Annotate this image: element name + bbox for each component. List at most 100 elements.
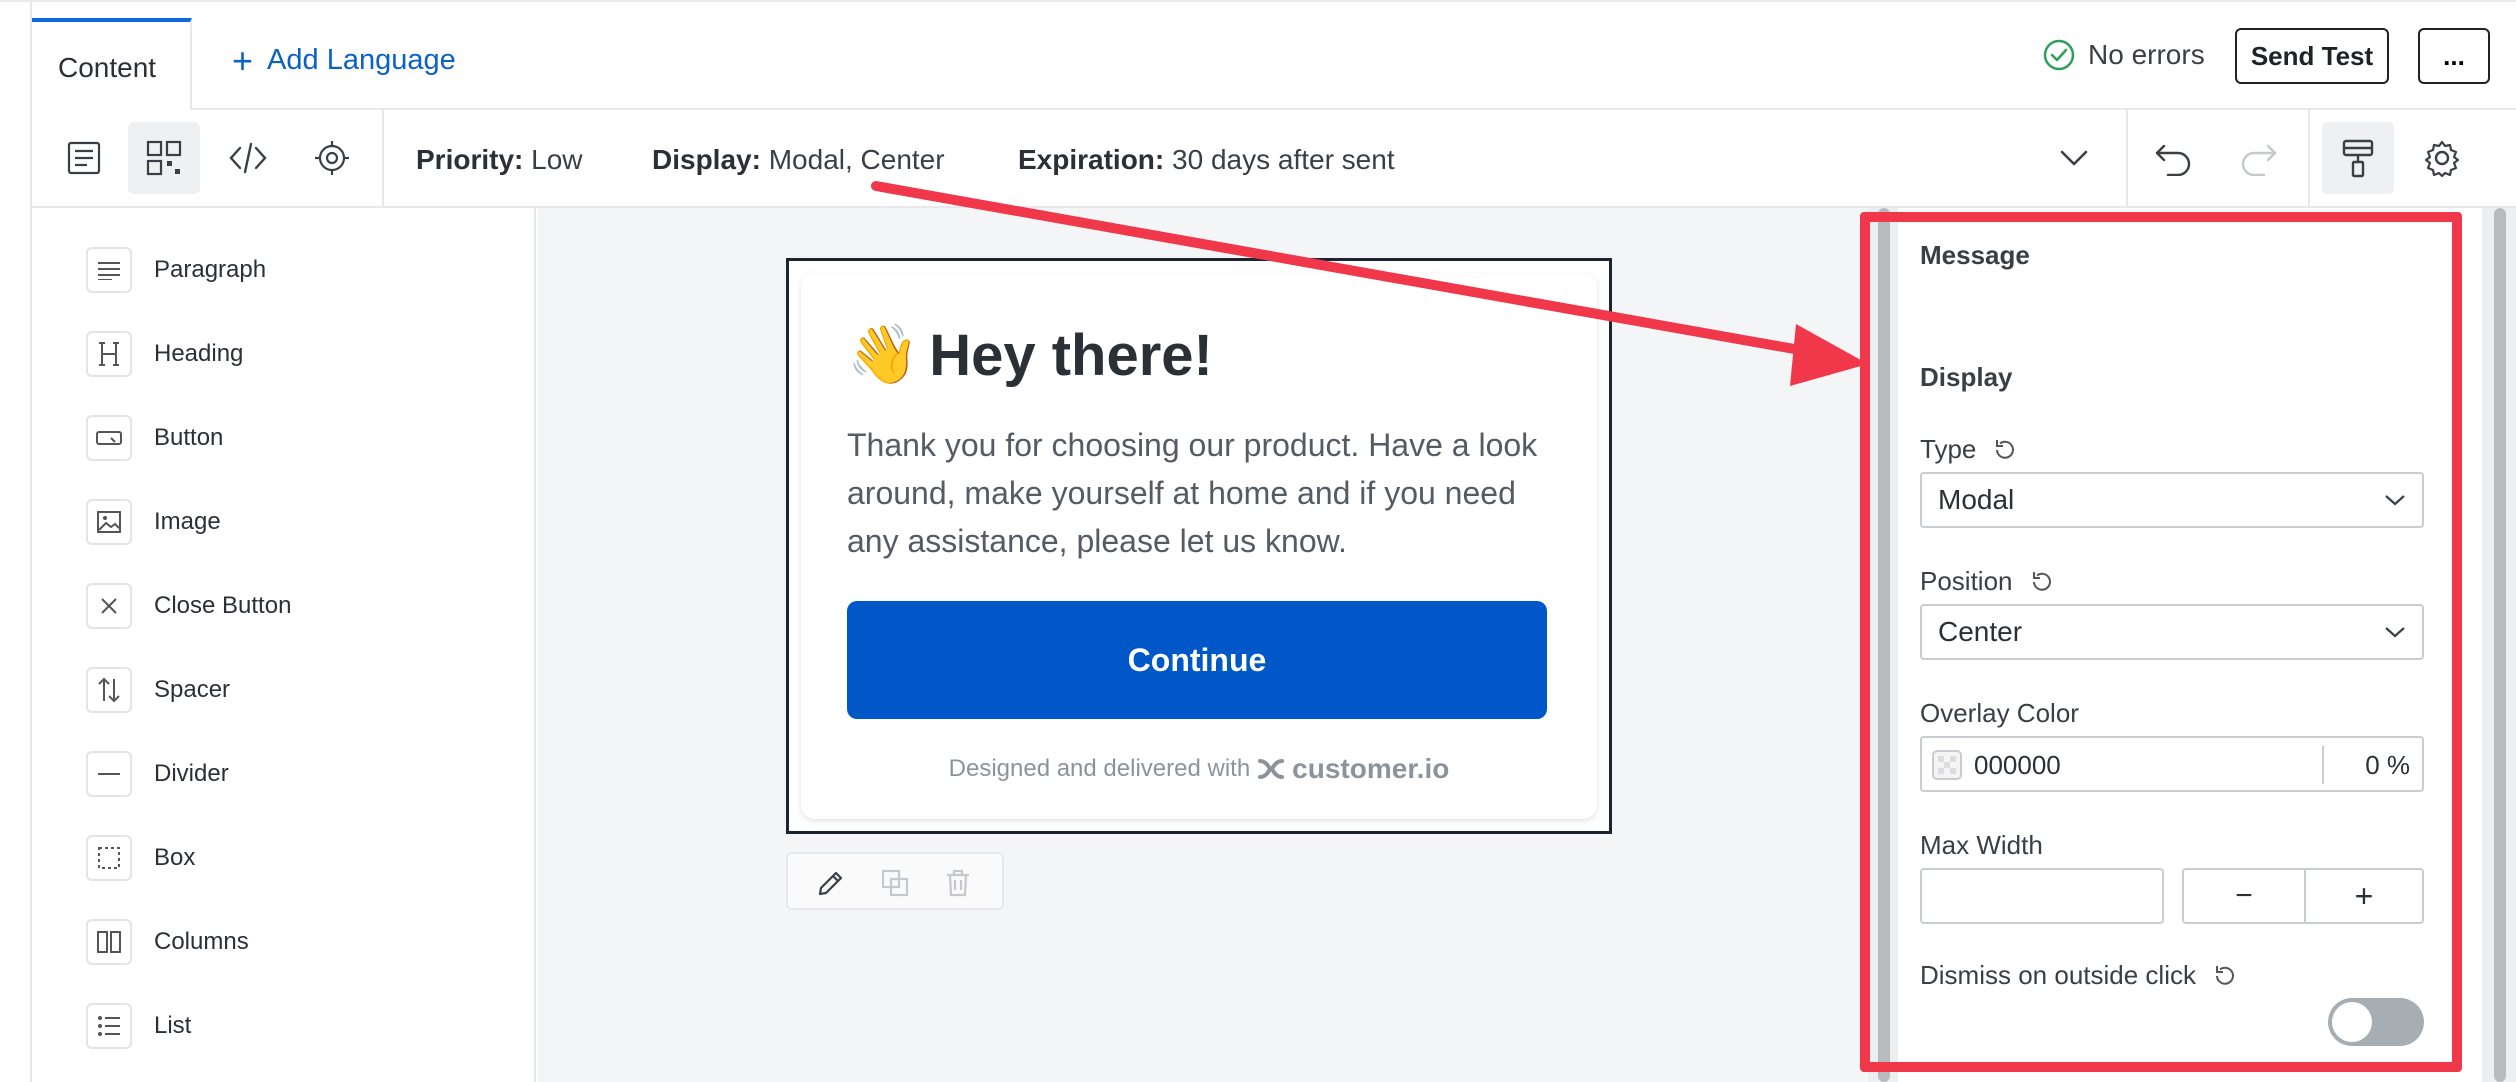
blocks-view-button[interactable]: [128, 122, 200, 194]
canvas-scrollbar[interactable]: [1868, 208, 1898, 1082]
section-display-title: Display: [1920, 362, 2013, 392]
type-label: Type: [1920, 434, 1977, 464]
priority-setting[interactable]: Priority: Low: [416, 144, 583, 176]
toolbar-divider: [2308, 110, 2310, 208]
editor-toolbar: Priority: Low Display: Modal, Center Exp…: [32, 110, 2516, 208]
style-panel-button[interactable]: [2322, 122, 2394, 194]
close-icon: [86, 583, 132, 629]
panel-scrollbar[interactable]: [2482, 208, 2516, 1082]
position-select-value: Center: [1938, 616, 2023, 647]
validation-status: No errors: [2042, 38, 2205, 72]
palette-item-label: Divider: [154, 760, 229, 787]
decrement-button[interactable]: −: [2184, 870, 2304, 922]
palette-item-label: Image: [154, 508, 221, 535]
modal-paragraph[interactable]: Thank you for choosing our product. Have…: [847, 421, 1567, 565]
pencil-icon[interactable]: [816, 868, 846, 898]
palette-item-columns[interactable]: Columns: [86, 916, 249, 968]
palette-item-spacer[interactable]: Spacer: [86, 664, 230, 716]
document-view-button[interactable]: [48, 122, 120, 194]
increment-button[interactable]: +: [2306, 870, 2422, 922]
toolbar-divider: [2126, 110, 2128, 208]
scrollbar-thumb[interactable]: [2494, 208, 2506, 1082]
color-swatch-icon[interactable]: [1932, 750, 1962, 780]
redo-button[interactable]: [2222, 122, 2294, 194]
plus-icon: +: [232, 39, 254, 81]
reset-icon[interactable]: [2029, 569, 2055, 595]
target-button[interactable]: [296, 122, 368, 194]
add-language-button[interactable]: + Add Language: [232, 39, 456, 81]
more-options-button[interactable]: ...: [2418, 28, 2490, 84]
palette-item-box[interactable]: Box: [86, 832, 195, 884]
reset-icon[interactable]: [1992, 437, 2018, 463]
type-select[interactable]: Modal: [1920, 472, 2424, 528]
code-view-button[interactable]: [212, 122, 284, 194]
palette-item-image[interactable]: Image: [86, 496, 221, 548]
customerio-logo-icon: [1258, 759, 1285, 779]
divider-icon: [86, 751, 132, 797]
chevron-down-icon: [2385, 495, 2405, 506]
trash-icon[interactable]: [944, 868, 972, 898]
max-width-label: Max Width: [1920, 830, 2043, 860]
branding-text: Designed and delivered with: [948, 755, 1251, 782]
box-icon: [86, 835, 132, 881]
palette-item-list[interactable]: List: [86, 1000, 191, 1052]
code-icon: [229, 142, 267, 174]
palette-item-heading[interactable]: Heading: [86, 328, 243, 380]
redo-icon: [2241, 144, 2277, 176]
undo-icon: [2155, 144, 2191, 176]
header-bar: Content + Add Language No errors Send Te…: [32, 0, 2516, 110]
overlay-opacity-value[interactable]: 0 %: [2365, 750, 2410, 781]
toolbar-divider: [382, 110, 384, 208]
palette-item-label: List: [154, 1012, 192, 1039]
expiration-label: Expiration:: [1018, 144, 1165, 175]
display-setting[interactable]: Display: Modal, Center: [652, 144, 945, 176]
gear-icon: [2424, 140, 2460, 177]
palette-item-label: Button: [154, 424, 224, 451]
max-width-input[interactable]: [1920, 868, 2164, 924]
palette-item-divider[interactable]: Divider: [86, 748, 229, 800]
scrollbar-thumb[interactable]: [1878, 208, 1890, 1082]
palette-item-label: Paragraph: [154, 256, 267, 283]
position-label: Position: [1920, 566, 2013, 596]
check-circle-icon: [2043, 39, 2075, 71]
palette-item-close-button[interactable]: Close Button: [86, 580, 291, 632]
palette-item-label: Spacer: [154, 676, 231, 703]
modal-preview: 👋 Hey there! Thank you for choosing our …: [801, 273, 1597, 819]
spacer-icon: [86, 667, 132, 713]
palette-item-label: Close Button: [154, 592, 292, 619]
block-palette: Paragraph Heading Button Image Close But…: [32, 208, 536, 1082]
palette-item-button[interactable]: Button: [86, 412, 223, 464]
overlay-color-input[interactable]: 000000 0 %: [1920, 736, 2424, 792]
grid-blocks-icon: [146, 140, 182, 176]
max-width-stepper: − +: [2182, 868, 2424, 924]
type-select-value: Modal: [1938, 484, 2015, 515]
selected-message-frame[interactable]: 👋 Hey there! Thank you for choosing our …: [786, 258, 1612, 834]
block-action-bar: [786, 852, 1004, 910]
send-test-button[interactable]: Send Test: [2235, 28, 2389, 84]
continue-button[interactable]: Continue: [847, 601, 1547, 719]
dismiss-toggle[interactable]: [2328, 998, 2424, 1046]
input-divider: [2322, 746, 2324, 784]
position-select[interactable]: Center: [1920, 604, 2424, 660]
heading-icon: [86, 331, 132, 377]
tab-content-label: Content: [58, 52, 157, 83]
settings-button[interactable]: [2406, 122, 2478, 194]
priority-value: Low: [531, 144, 583, 175]
duplicate-icon[interactable]: [880, 868, 910, 898]
reset-icon[interactable]: [2212, 963, 2238, 989]
modal-heading[interactable]: 👋 Hey there!: [847, 321, 1213, 389]
palette-item-label: Heading: [154, 340, 244, 367]
expiration-setting[interactable]: Expiration: 30 days after sent: [1018, 144, 1395, 176]
overlay-hex-value: 000000: [1974, 750, 2061, 780]
modal-title-text: Hey there!: [929, 322, 1213, 388]
preview-canvas: 👋 Hey there! Thank you for choosing our …: [538, 208, 1868, 1082]
undo-button[interactable]: [2138, 122, 2210, 194]
list-icon: [86, 1003, 132, 1049]
expand-settings-button[interactable]: [2038, 122, 2110, 194]
priority-label: Priority:: [416, 144, 524, 175]
palette-item-label: Box: [154, 844, 196, 871]
palette-item-label: Columns: [154, 928, 249, 955]
palette-item-paragraph[interactable]: Paragraph: [86, 244, 266, 296]
tab-content[interactable]: Content: [32, 18, 192, 110]
dismiss-label: Dismiss on outside click: [1920, 960, 2196, 990]
